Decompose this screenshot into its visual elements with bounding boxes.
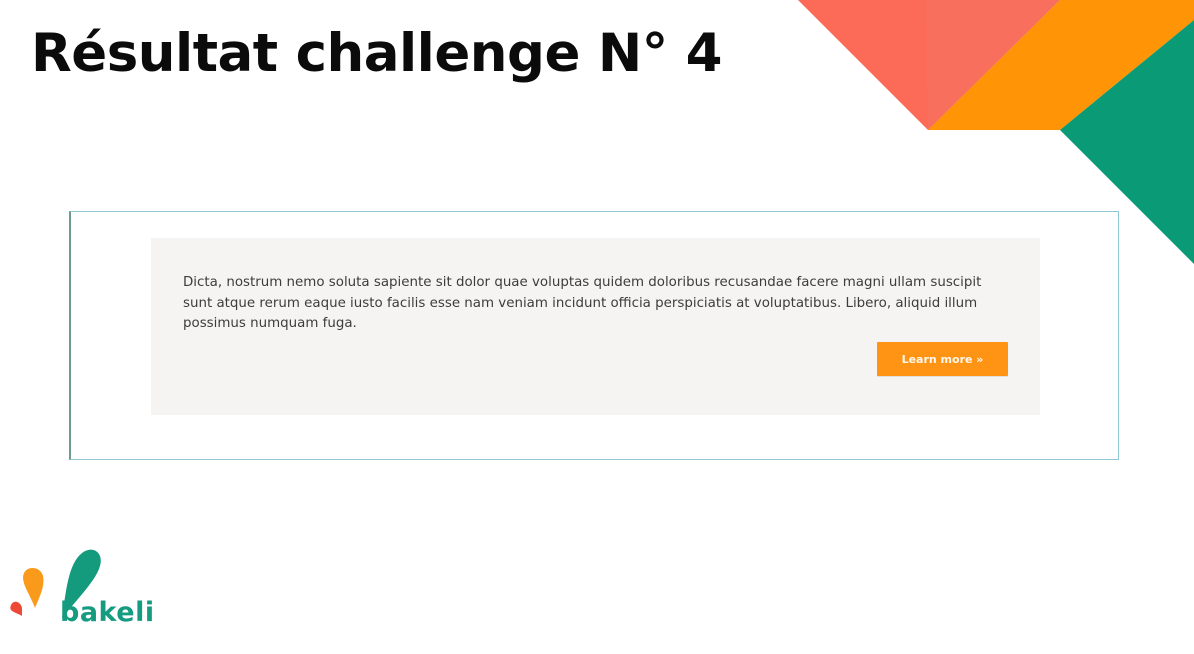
bakeli-logo: bakeli [8, 546, 158, 636]
content-card: Dicta, nostrum nemo soluta sapiente sit … [151, 238, 1040, 415]
page-title: Résultat challenge N° 4 [31, 23, 723, 84]
orange-petal [23, 567, 44, 608]
card-text: Dicta, nostrum nemo soluta sapiente sit … [183, 275, 982, 331]
red-petal [10, 601, 22, 616]
logo-text: bakeli [60, 597, 155, 628]
learn-more-button[interactable]: Learn more » [877, 342, 1008, 376]
